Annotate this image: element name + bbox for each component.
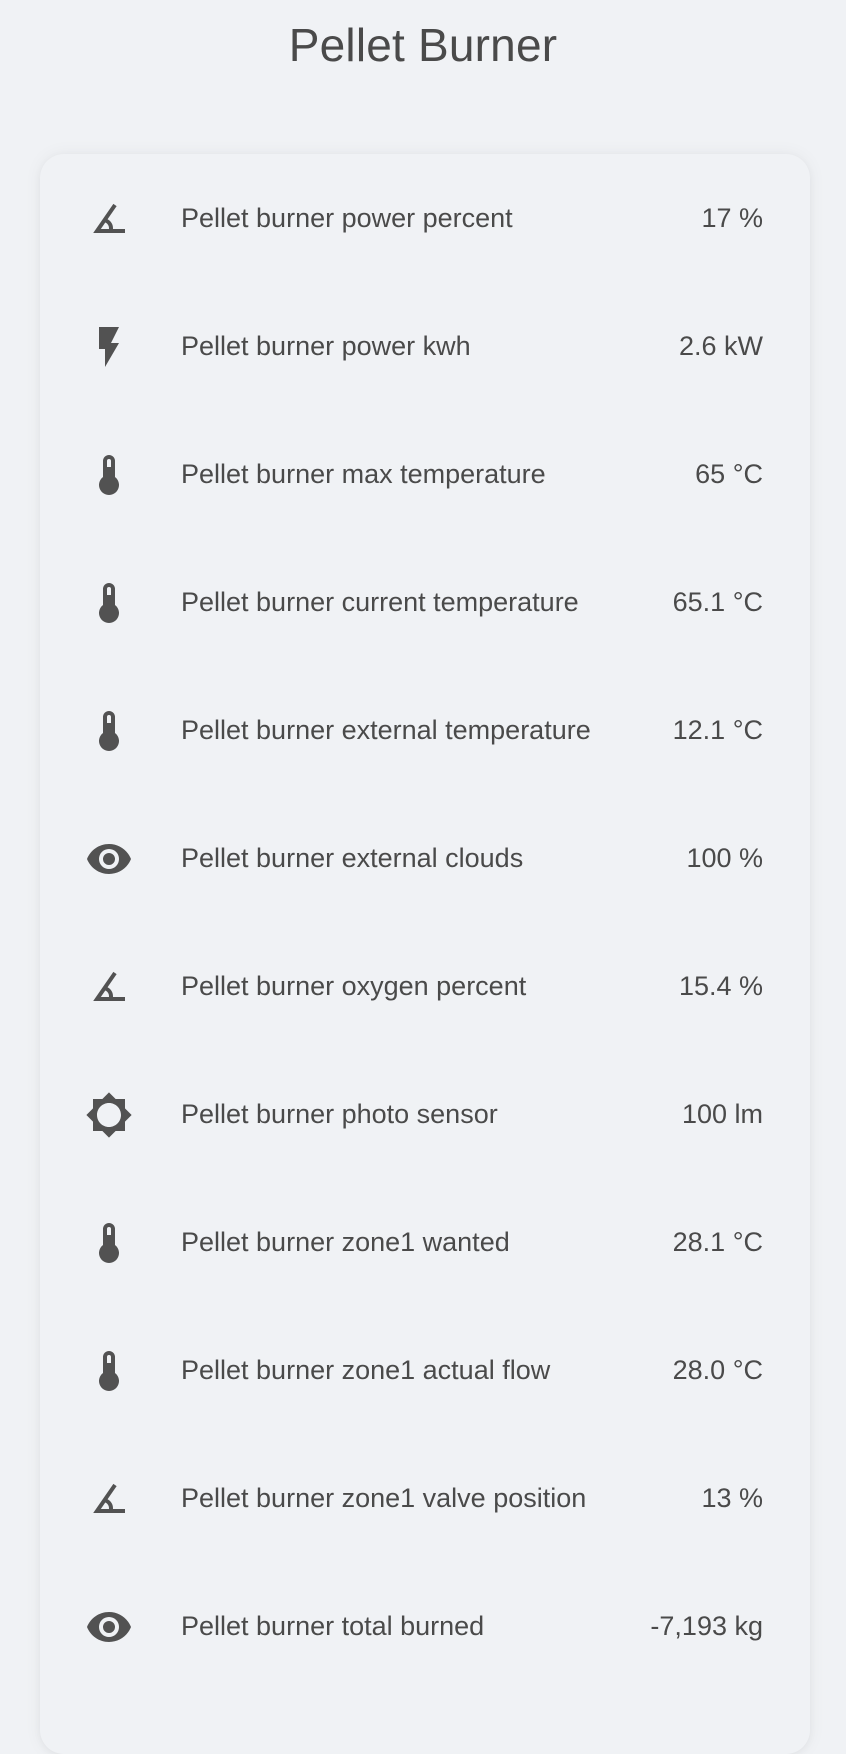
entity-value: 15.4 % [678,971,763,1001]
entity-row[interactable]: Pellet burner zone1 valve position 13 % [40,1434,810,1562]
angle-acute-icon [84,962,134,1012]
entity-value: 2.6 kW [678,331,763,361]
entity-row[interactable]: Pellet burner max temperature 65 °C [40,410,810,538]
entity-value: -7,193 kg [650,1611,763,1641]
entity-value: 12.1 °C [672,715,763,745]
page-title: Pellet Burner [288,19,558,71]
entity-value: 28.1 °C [672,1227,763,1257]
entity-row[interactable]: Pellet burner oxygen percent 15.4 % [40,922,810,1050]
entity-row[interactable]: Pellet burner power kwh 2.6 kW [40,282,810,410]
entity-label: Pellet burner current temperature [181,587,579,617]
entity-label: Pellet burner external temperature [181,715,591,745]
entity-label: Pellet burner photo sensor [181,1099,498,1129]
thermometer-icon [84,450,134,500]
entity-row[interactable]: Pellet burner power percent 17 % [40,154,810,282]
entity-value: 28.0 °C [672,1355,763,1385]
thermometer-icon [84,1218,134,1268]
entity-label: Pellet burner zone1 wanted [181,1227,510,1257]
entity-row[interactable]: Pellet burner photo sensor 100 lm [40,1050,810,1178]
entities-card: Pellet burner power percent 17 % Pellet bu… [40,154,810,1754]
entity-label: Pellet burner zone1 actual flow [181,1355,551,1385]
entity-row[interactable]: Pellet burner zone1 actual flow 28.0 °C [40,1306,810,1434]
entity-row[interactable]: Pellet burner external clouds 100 % [40,794,810,922]
entity-label: Pellet burner zone1 valve position [181,1483,587,1513]
eye-icon [84,834,134,884]
entity-label: Pellet burner max temperature [181,459,546,489]
angle-acute-icon [84,194,134,244]
entity-label: Pellet burner total burned [181,1611,485,1641]
entity-value: 100 lm [681,1099,763,1129]
eye-icon [84,1602,134,1652]
thermometer-icon [84,578,134,628]
entity-value: 65 °C [695,459,763,489]
entity-value: 13 % [701,1483,763,1513]
angle-acute-icon [84,1474,134,1524]
thermometer-icon [84,1346,134,1396]
entity-row[interactable]: Pellet burner current temperature 65.1 °C [40,538,810,666]
entity-value: 65.1 °C [672,587,763,617]
entity-label: Pellet burner external clouds [181,843,524,873]
thermometer-icon [84,706,134,756]
flash-icon [84,322,134,372]
entity-row[interactable]: Pellet burner total burned -7,193 kg [40,1562,810,1690]
entity-label: Pellet burner power kwh [181,331,471,361]
brightness-icon [84,1090,134,1140]
entity-label: Pellet burner power percent [181,203,513,233]
entity-value: 17 % [701,203,763,233]
entity-label: Pellet burner oxygen percent [181,971,527,1001]
entity-value: 100 % [686,843,763,873]
entity-row[interactable]: Pellet burner external temperature 12.1 °… [40,666,810,794]
entity-row[interactable]: Pellet burner zone1 wanted 28.1 °C [40,1178,810,1306]
